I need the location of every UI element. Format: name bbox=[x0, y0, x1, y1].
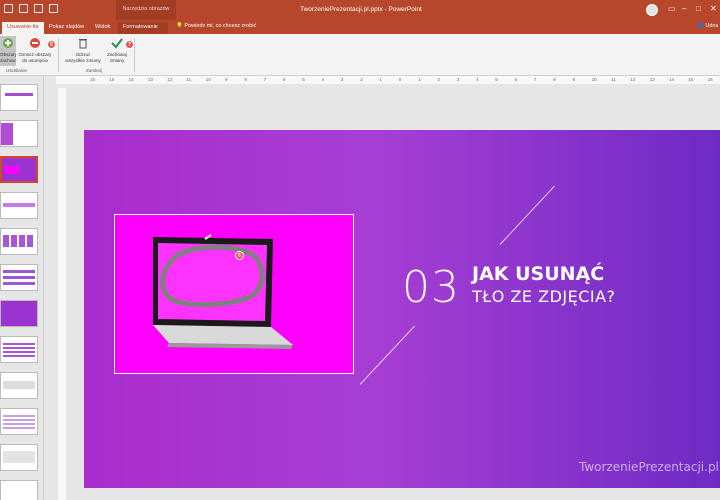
horizontal-ruler: 16 15 14 13 12 11 10 9 8 7 6 5 4 3 2 1 0 1 2 3 4 5 6 7 8 9 10 11 12 1… bbox=[56, 76, 720, 84]
slide-thumbnail[interactable] bbox=[0, 228, 38, 255]
vertical-ruler bbox=[58, 88, 66, 500]
ruler-tick: 8 bbox=[553, 77, 556, 82]
mark-keep-icon bbox=[3, 38, 13, 48]
slide-thumbnail[interactable] bbox=[0, 336, 38, 363]
slide-canvas[interactable]: 6 03 JAK USUNĄĆ TŁO ZE ZDJĘCIA? Tworzeni… bbox=[84, 130, 720, 488]
step-badge: 5 bbox=[47, 40, 56, 49]
ribbon: Obszary zachowania Oznacz obszary do usu… bbox=[0, 34, 720, 76]
mark-remove-label: Oznacz obszary do usunięcia bbox=[18, 52, 52, 63]
slide-thumbnail[interactable] bbox=[0, 192, 38, 219]
ruler-tick: 7 bbox=[533, 77, 537, 82]
ruler-tick: 16 bbox=[707, 77, 713, 82]
ruler-tick: 5 bbox=[302, 77, 305, 82]
tell-me-text: Powiedz mi, co chcesz zrobić bbox=[184, 23, 257, 29]
slide-thumbnail[interactable] bbox=[0, 300, 38, 327]
share-label: Udos bbox=[705, 23, 719, 29]
group-separator bbox=[134, 38, 135, 72]
slide-thumbnail[interactable] bbox=[0, 84, 38, 111]
ruler-tick: 14 bbox=[128, 77, 134, 82]
tell-me-search[interactable]: 💡 Powiedz mi, co chcesz zrobić bbox=[176, 23, 256, 29]
slide-thumbnail[interactable] bbox=[0, 372, 38, 399]
slide-thumbnail[interactable] bbox=[0, 120, 38, 147]
slide-thumbnails-pane[interactable] bbox=[0, 76, 44, 500]
close-icon[interactable]: ✕ bbox=[710, 4, 717, 13]
ruler-tick: 7 bbox=[263, 77, 267, 82]
section-number: 03 bbox=[402, 262, 460, 313]
ruler-tick: 13 bbox=[147, 77, 153, 82]
mark-remove-icon bbox=[30, 38, 40, 48]
step-badge: 6 bbox=[235, 251, 244, 260]
ruler-tick: 12 bbox=[167, 77, 173, 82]
slide-thumbnail[interactable] bbox=[0, 408, 38, 435]
quick-access-toolbar bbox=[4, 4, 58, 13]
redo-icon[interactable] bbox=[34, 4, 43, 13]
slide-subtitle: TŁO ZE ZDJĘCIA? bbox=[472, 287, 616, 306]
ruler-tick: 15 bbox=[688, 77, 694, 82]
ruler-tick: 9 bbox=[572, 77, 576, 82]
ruler-tick: 10 bbox=[591, 77, 597, 82]
slide-title: JAK USUNĄĆ bbox=[472, 263, 605, 285]
ruler-tick: 14 bbox=[669, 77, 675, 82]
context-tool-group: Narzędzia obrazów bbox=[116, 0, 176, 20]
ruler-tick: 10 bbox=[205, 77, 211, 82]
minimize-icon[interactable]: – bbox=[682, 4, 686, 13]
ruler-tick: 3 bbox=[456, 77, 460, 82]
ruler-tick: 16 bbox=[90, 77, 96, 82]
ruler-tick: 15 bbox=[109, 77, 115, 82]
ruler-tick: 1 bbox=[379, 77, 383, 82]
ruler-tick: 8 bbox=[244, 77, 247, 82]
ruler-tick: 2 bbox=[360, 77, 363, 82]
slide-thumbnail-selected[interactable] bbox=[0, 156, 38, 183]
group-refine-label: Uściślanie bbox=[6, 68, 27, 73]
slide-thumbnail[interactable] bbox=[0, 264, 38, 291]
share-button[interactable]: 👤 Udos bbox=[697, 23, 718, 29]
discard-changes-button[interactable]: Odrzuć wszystkie zmiany bbox=[62, 36, 104, 63]
ribbon-display-icon[interactable]: ▭ bbox=[668, 4, 676, 13]
step-badge: 7 bbox=[125, 40, 134, 49]
group-close-label: Zamknij bbox=[86, 68, 103, 73]
slide-thumbnail[interactable] bbox=[0, 444, 38, 471]
watermark-text: TworzeniePrezentacji.pl bbox=[579, 460, 719, 474]
present-icon[interactable] bbox=[49, 4, 58, 13]
ruler-tick: 9 bbox=[225, 77, 228, 82]
ruler-tick: 11 bbox=[611, 77, 616, 82]
decorative-line bbox=[499, 185, 555, 245]
ruler-tick: 6 bbox=[514, 77, 518, 82]
mark-keep-label: Obszary zachowania bbox=[0, 52, 16, 63]
document-title: TworzeniePrezentacji.pl.pptx - PowerPoin… bbox=[300, 6, 422, 13]
tab-background-removal[interactable]: Usuwanie tła bbox=[2, 22, 44, 34]
ribbon-tabs: Usuwanie tła Pokaz slajdów Widok Formato… bbox=[0, 20, 720, 34]
trash-icon bbox=[79, 39, 87, 49]
ruler-tick: 2 bbox=[437, 77, 440, 82]
ruler-tick: 11 bbox=[186, 77, 192, 82]
decorative-line bbox=[359, 325, 415, 385]
ruler-tick: 4 bbox=[476, 77, 479, 82]
avatar[interactable] bbox=[646, 4, 658, 16]
ruler-tick: 1 bbox=[418, 77, 421, 82]
undo-icon[interactable] bbox=[19, 4, 28, 13]
ruler-tick: 4 bbox=[321, 77, 325, 82]
laptop-image bbox=[153, 234, 293, 349]
ruler-tick: 3 bbox=[340, 77, 344, 82]
ruler-tick: 5 bbox=[495, 77, 498, 82]
tab-slideshow[interactable]: Pokaz slajdów bbox=[44, 22, 89, 34]
slide-thumbnail[interactable] bbox=[0, 480, 38, 500]
tab-view[interactable]: Widok bbox=[90, 22, 115, 34]
discard-changes-label: Odrzuć wszystkie zmiany bbox=[65, 52, 101, 63]
tab-format[interactable]: Formatowanie bbox=[118, 22, 168, 34]
ruler-tick: 12 bbox=[630, 77, 636, 82]
maximize-icon[interactable]: □ bbox=[696, 4, 701, 13]
checkmark-icon bbox=[111, 38, 123, 49]
ruler-tick: 0 bbox=[398, 77, 402, 82]
keep-changes-label: Zachowaj zmiany bbox=[107, 52, 127, 63]
save-icon[interactable] bbox=[4, 4, 13, 13]
ruler-tick: 6 bbox=[283, 77, 286, 82]
group-separator bbox=[58, 38, 59, 72]
ruler-tick: 13 bbox=[649, 77, 655, 82]
laptop-photo[interactable]: 6 bbox=[114, 214, 354, 374]
mark-keep-button[interactable]: Obszary zachowania bbox=[0, 36, 16, 66]
title-bar: Narzędzia obrazów TworzeniePrezentacji.p… bbox=[0, 0, 720, 20]
